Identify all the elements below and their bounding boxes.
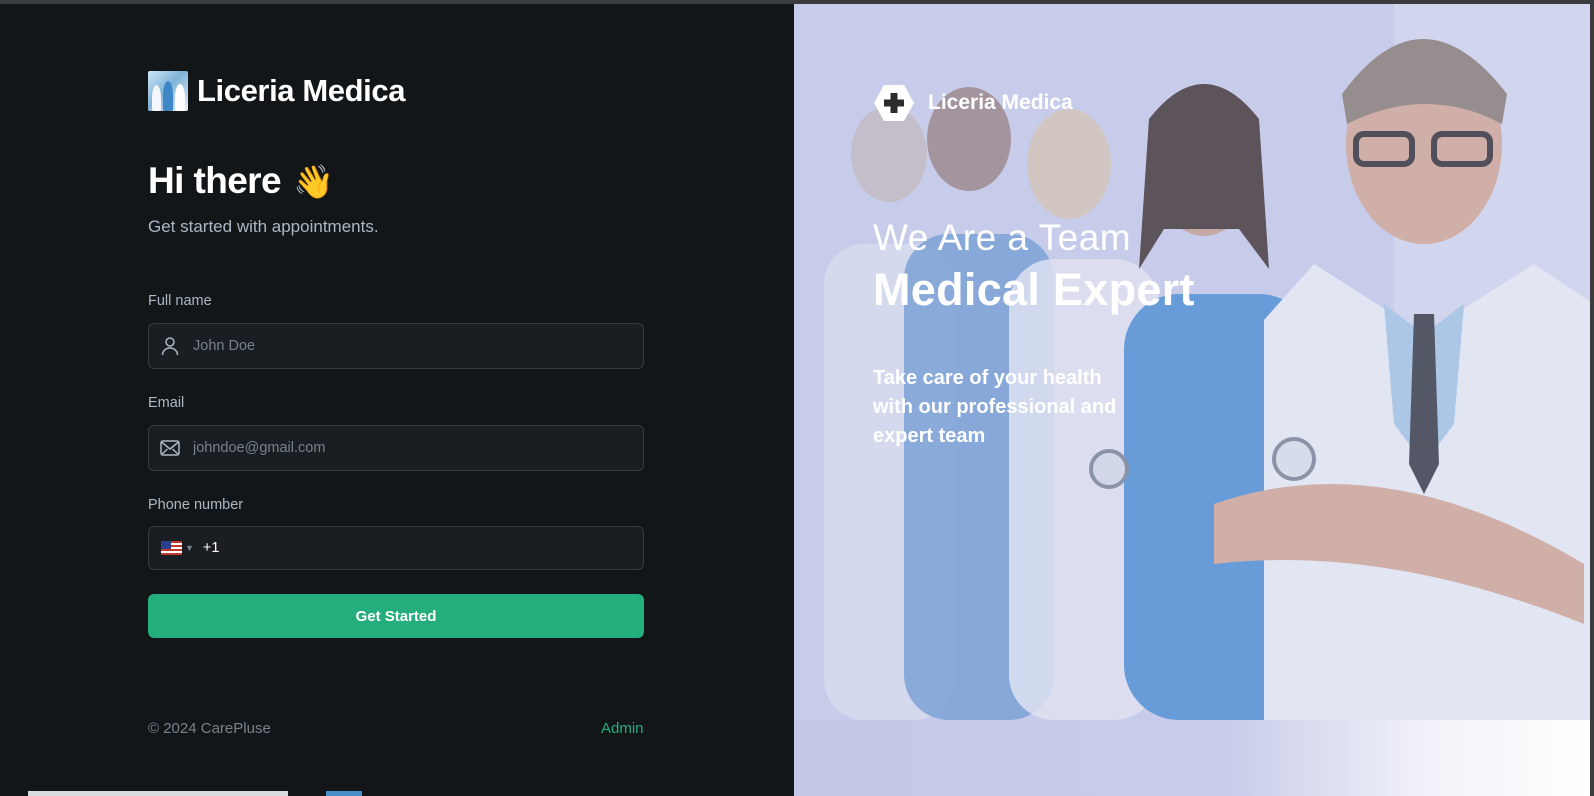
us-flag-icon[interactable] <box>161 541 182 555</box>
brand: Liceria Medica <box>148 71 405 111</box>
hero-brand-name: Liceria Medica <box>928 91 1073 114</box>
medical-cross-icon <box>873 84 915 122</box>
signup-panel: Liceria Medica Hi there 👋 Get started wi… <box>0 4 794 796</box>
email-input[interactable] <box>193 440 613 456</box>
taskbar-strip-accent <box>326 791 362 796</box>
phone-label: Phone number <box>148 497 244 513</box>
phone-input[interactable]: ▼ +1 <box>148 526 644 570</box>
copyright-text: © 2024 CarePluse <box>148 720 271 737</box>
user-icon <box>160 336 180 356</box>
phone-country-code: +1 <box>202 540 220 556</box>
email-field-wrapper <box>148 425 644 471</box>
brand-name: Liceria Medica <box>197 73 406 108</box>
full-name-label: Full name <box>148 293 212 309</box>
chevron-down-icon[interactable]: ▼ <box>185 543 194 553</box>
hero-tagline: Take care of your health with our profes… <box>873 367 1117 447</box>
hero-heading-line1: We Are a Team <box>873 217 1132 258</box>
brand-logo <box>148 71 188 111</box>
page-subtitle: Get started with appointments. <box>148 217 379 236</box>
greeting-text: Hi there <box>148 160 282 201</box>
get-started-button[interactable]: Get Started <box>148 594 644 638</box>
email-label: Email <box>148 395 185 411</box>
page-title: Hi there 👋 <box>148 160 334 202</box>
window-frame-right <box>1590 0 1594 796</box>
admin-link[interactable]: Admin <box>601 720 644 737</box>
mail-icon <box>160 438 180 458</box>
waving-hand-icon: 👋 <box>292 162 334 200</box>
full-name-input[interactable] <box>193 338 613 354</box>
hero-brand: Liceria Medica <box>873 84 1073 122</box>
full-name-field-wrapper <box>148 323 644 369</box>
hero-panel: Liceria Medica We Are a Team Medical Exp… <box>794 4 1590 796</box>
hero-heading-line2: Medical Expert <box>873 264 1195 315</box>
taskbar-strip <box>28 791 288 796</box>
